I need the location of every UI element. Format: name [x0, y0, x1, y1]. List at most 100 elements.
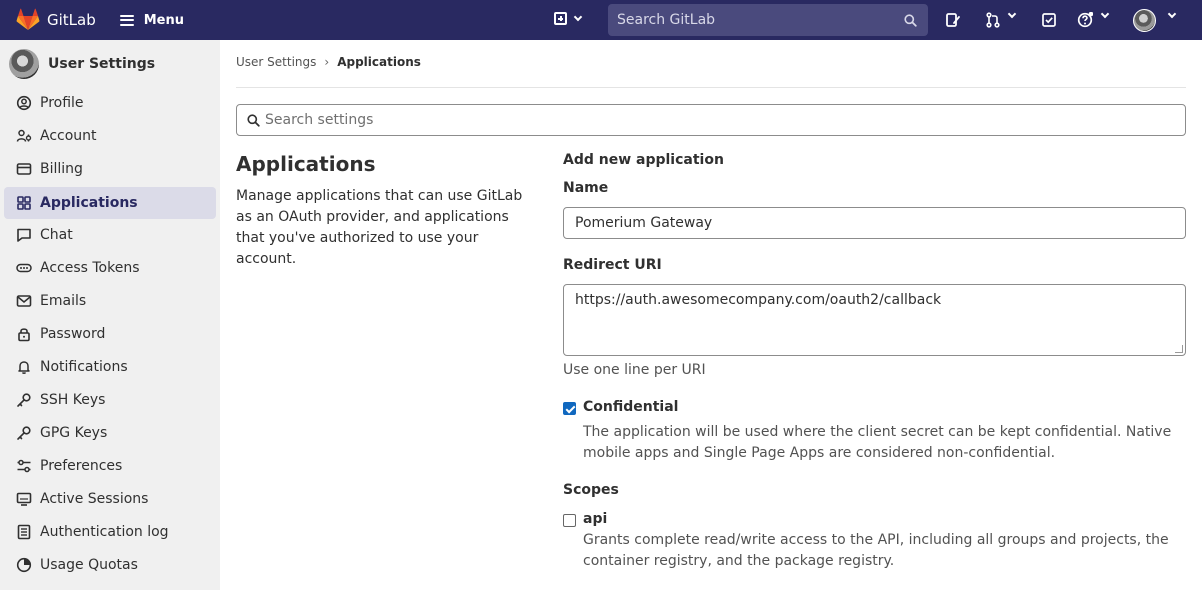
sidebar-item-label: Account: [40, 128, 97, 144]
sidebar-header[interactable]: User Settings: [9, 49, 155, 79]
search-icon: [247, 114, 260, 127]
menu-label: Menu: [143, 12, 185, 28]
sidebar-item-label: Notifications: [40, 359, 128, 375]
sidebar-item-access-tokens[interactable]: Access Tokens: [4, 252, 216, 284]
tanuki-icon: [16, 8, 40, 30]
settings-sidebar: User Settings Profile Account Billing Ap…: [0, 40, 220, 590]
menu-button[interactable]: Menu: [119, 12, 185, 28]
name-input-value: Pomerium Gateway: [575, 215, 713, 231]
account-icon: [16, 128, 32, 144]
key-icon: [16, 392, 32, 408]
chevron-down-icon[interactable]: [1167, 9, 1177, 19]
sidebar-item-label: Emails: [40, 293, 87, 309]
sidebar-item-profile[interactable]: Profile: [4, 87, 216, 119]
sidebar-item-ssh-keys[interactable]: SSH Keys: [4, 384, 216, 416]
chevron-down-icon[interactable]: [1007, 9, 1017, 19]
hamburger-icon: [119, 14, 134, 26]
sidebar-item-password[interactable]: Password: [4, 318, 216, 350]
breadcrumb-parent-link[interactable]: User Settings: [236, 55, 316, 69]
key-icon: [16, 425, 32, 441]
sidebar-item-label: SSH Keys: [40, 392, 106, 408]
applications-icon: [16, 195, 32, 211]
resize-handle[interactable]: [1175, 345, 1183, 353]
breadcrumb-current[interactable]: Applications: [337, 55, 421, 69]
chevron-down-icon: [573, 12, 583, 21]
issues-icon: [946, 13, 960, 27]
scopes-label: Scopes: [563, 482, 619, 498]
merge-request-icon: [986, 12, 1000, 28]
user-avatar[interactable]: [1133, 9, 1156, 32]
sidebar-item-label: Chat: [40, 227, 73, 243]
scope-api-label[interactable]: api: [583, 511, 607, 527]
sidebar-item-account[interactable]: Account: [4, 120, 216, 152]
preferences-icon: [16, 458, 32, 474]
name-input[interactable]: Pomerium Gateway: [563, 207, 1186, 239]
sidebar-item-emails[interactable]: Emails: [4, 285, 216, 317]
search-gitlab-input[interactable]: Search GitLab: [608, 4, 928, 36]
chat-icon: [16, 227, 32, 243]
brand-name: GitLab: [47, 11, 96, 29]
mail-icon: [16, 293, 32, 309]
search-icon: [904, 14, 917, 27]
redirect-uri-help: Use one line per URI: [563, 362, 706, 378]
search-settings-placeholder: Search settings: [265, 112, 374, 128]
sidebar-item-label: Usage Quotas: [40, 557, 138, 573]
sidebar-item-notifications[interactable]: Notifications: [4, 351, 216, 383]
confidential-help: The application will be used where the c…: [583, 424, 1172, 461]
sidebar-item-preferences[interactable]: Preferences: [4, 450, 216, 482]
todo-check-icon: [1042, 13, 1056, 27]
name-label: Name: [563, 180, 609, 196]
bell-icon: [16, 359, 32, 375]
search-settings-input[interactable]: Search settings: [236, 104, 1186, 136]
sidebar-item-authentication-log[interactable]: Authentication log: [4, 516, 216, 548]
sidebar-item-label: Active Sessions: [40, 491, 149, 507]
token-icon: [16, 260, 32, 276]
sidebar-item-chat[interactable]: Chat: [4, 219, 216, 251]
sidebar-item-usage-quotas[interactable]: Usage Quotas: [4, 549, 216, 581]
billing-icon: [16, 161, 32, 177]
profile-icon: [16, 95, 32, 111]
sidebar-item-label: Preferences: [40, 458, 123, 474]
sidebar-item-applications[interactable]: Applications: [4, 187, 216, 219]
search-placeholder: Search GitLab: [617, 12, 716, 28]
breadcrumb-separator: ›: [324, 55, 330, 69]
todos-button[interactable]: [1041, 12, 1057, 32]
avatar: [9, 49, 39, 79]
create-new-button[interactable]: [554, 12, 583, 25]
chevron-down-icon[interactable]: [1100, 9, 1110, 19]
sidebar-item-label: Profile: [40, 95, 84, 111]
scope-api-description: Grants complete read/write access to the…: [583, 532, 1169, 569]
quota-icon: [16, 557, 32, 573]
sidebar-item-label: Billing: [40, 161, 83, 177]
confidential-checkbox[interactable]: [563, 402, 576, 415]
redirect-uri-value: https://auth.awesomecompany.com/oauth2/c…: [575, 292, 942, 308]
sidebar-item-label: Access Tokens: [40, 260, 140, 276]
breadcrumb: User Settings › Applications: [236, 55, 421, 69]
help-button[interactable]: [1077, 11, 1094, 32]
confidential-label[interactable]: Confidential: [583, 399, 678, 415]
top-navbar: GitLab Menu Search GitLab: [0, 0, 1202, 40]
lock-icon: [16, 326, 32, 342]
sidebar-item-billing[interactable]: Billing: [4, 153, 216, 185]
gitlab-logo[interactable]: GitLab: [16, 8, 96, 32]
merge-requests-button[interactable]: [985, 12, 1001, 32]
help-icon: [1077, 11, 1094, 28]
sidebar-item-label: Password: [40, 326, 106, 342]
sidebar-item-active-sessions[interactable]: Active Sessions: [4, 483, 216, 515]
sidebar-item-label: Applications: [40, 195, 138, 211]
plus-square-icon: [554, 12, 567, 25]
monitor-icon: [16, 491, 32, 507]
form-heading: Add new application: [563, 152, 724, 168]
sidebar-item-label: Authentication log: [40, 524, 169, 540]
scope-api-checkbox[interactable]: [563, 514, 576, 527]
redirect-uri-textarea[interactable]: https://auth.awesomecompany.com/oauth2/c…: [563, 284, 1186, 356]
page-title: Applications: [236, 152, 376, 176]
log-icon: [16, 524, 32, 540]
redirect-uri-label: Redirect URI: [563, 257, 662, 273]
issues-button[interactable]: [945, 12, 961, 32]
divider: [236, 87, 1186, 88]
sidebar-item-gpg-keys[interactable]: GPG Keys: [4, 417, 216, 449]
section-description: Manage applications that can use GitLab …: [236, 188, 523, 267]
sidebar-item-label: GPG Keys: [40, 425, 108, 441]
sidebar-title: User Settings: [48, 56, 156, 72]
